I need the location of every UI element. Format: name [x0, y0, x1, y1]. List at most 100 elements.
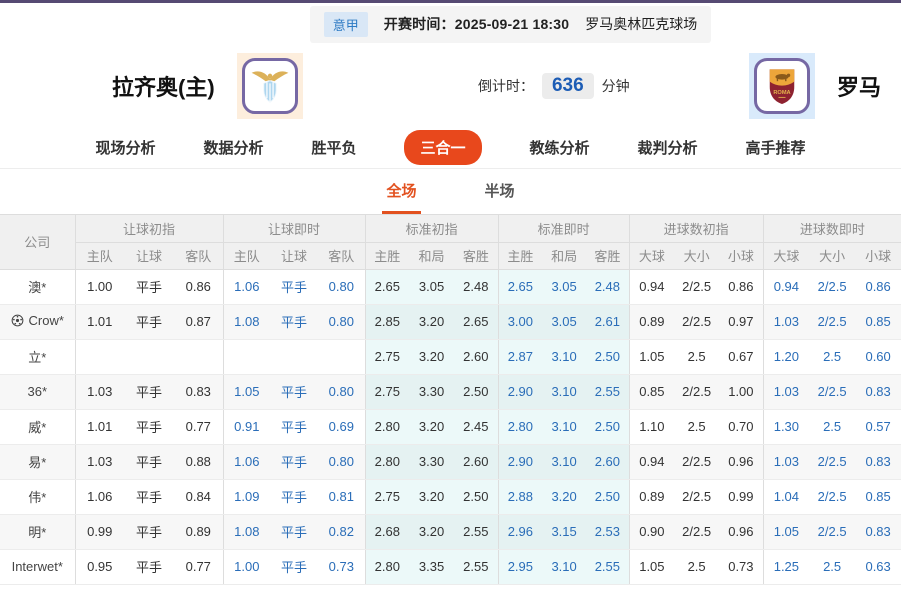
odds-cell: 1.09 [223, 479, 270, 514]
company-name: 威* [28, 417, 46, 436]
odds-cell: 0.86 [719, 269, 763, 304]
odds-group-header: 让球即时 [223, 215, 365, 242]
subtab-1[interactable]: 全场 [382, 180, 420, 214]
odds-cell: 1.05 [763, 514, 809, 549]
table-row[interactable]: 伟*1.06平手0.841.09平手0.812.753.202.502.883.… [0, 479, 901, 514]
odds-cell: 2.53 [586, 514, 629, 549]
company-cell: Interwet* [0, 549, 75, 584]
odds-cell: 2.90 [498, 374, 542, 409]
odds-cell: 3.10 [542, 409, 586, 444]
odds-cell: 0.77 [174, 549, 223, 584]
odds-cell: 2/2.5 [674, 269, 719, 304]
svg-text:ROMA: ROMA [773, 90, 790, 96]
odds-subheader: 大小 [809, 242, 855, 269]
odds-group-header: 进球数初指 [629, 215, 763, 242]
odds-subheader: 客胜 [586, 242, 629, 269]
odds-cell: 0.83 [855, 514, 901, 549]
nav-tab-5[interactable]: 教练分析 [530, 137, 590, 158]
odds-cell: 0.84 [174, 479, 223, 514]
odds-cell: 2.68 [365, 514, 409, 549]
odds-cell: 3.20 [409, 304, 454, 339]
nav-tab-6[interactable]: 裁判分析 [638, 137, 698, 158]
home-team: 拉齐奥(主) [112, 53, 303, 119]
odds-cell: 2/2.5 [809, 304, 855, 339]
odds-cell: 0.94 [629, 269, 674, 304]
company-label: 明* [28, 522, 46, 541]
odds-cell: 0.96 [719, 444, 763, 479]
odds-cell: 2.45 [454, 409, 498, 444]
odds-cell [124, 339, 174, 374]
odds-subheader: 和局 [409, 242, 454, 269]
odds-cell: 1.08 [223, 304, 270, 339]
odds-cell: 1.03 [763, 374, 809, 409]
odds-cell: 2.95 [498, 549, 542, 584]
odds-cell: 2.55 [586, 374, 629, 409]
odds-cell: 2.48 [586, 269, 629, 304]
table-row[interactable]: 易*1.03平手0.881.06平手0.802.803.302.602.903.… [0, 444, 901, 479]
odds-cell: 0.89 [174, 514, 223, 549]
odds-cell: 3.20 [409, 339, 454, 374]
odds-cell: 0.87 [174, 304, 223, 339]
odds-cell: 平手 [270, 549, 318, 584]
nav-tab-4[interactable]: 三合一 [404, 130, 481, 165]
odds-cell: 1.01 [75, 409, 124, 444]
table-row[interactable]: Interwet*0.95平手0.771.00平手0.732.803.352.5… [0, 549, 901, 584]
odds-cell: 3.20 [542, 479, 586, 514]
odds-cell: 2/2.5 [674, 374, 719, 409]
odds-cell: 2.50 [586, 409, 629, 444]
subtab-2[interactable]: 半场 [481, 180, 519, 214]
odds-cell: 0.82 [318, 514, 365, 549]
odds-cell: 1.00 [223, 549, 270, 584]
odds-cell: 1.06 [223, 444, 270, 479]
odds-group-header: 标准初指 [365, 215, 498, 242]
soccer-ball-icon [11, 314, 24, 327]
odds-cell: 0.86 [174, 269, 223, 304]
company-label: 伟* [28, 487, 46, 506]
nav-tab-7[interactable]: 高手推荐 [746, 137, 806, 158]
odds-subheader: 让球 [124, 242, 174, 269]
odds-cell: 1.20 [763, 339, 809, 374]
odds-cell: 0.99 [75, 514, 124, 549]
table-row[interactable]: 立*2.753.202.602.873.102.501.052.50.671.2… [0, 339, 901, 374]
odds-cell: 平手 [124, 444, 174, 479]
odds-cell: 0.91 [223, 409, 270, 444]
odds-cell: 1.00 [75, 269, 124, 304]
odds-cell: 2.80 [498, 409, 542, 444]
odds-cell: 0.67 [719, 339, 763, 374]
table-row[interactable]: 明*0.99平手0.891.08平手0.822.683.202.552.963.… [0, 514, 901, 549]
table-row[interactable]: 澳*1.00平手0.861.06平手0.802.653.052.482.653.… [0, 269, 901, 304]
odds-cell: 0.96 [719, 514, 763, 549]
odds-cell: 0.89 [629, 479, 674, 514]
odds-cell: 2.50 [454, 479, 498, 514]
odds-cell: 3.30 [409, 374, 454, 409]
nav-tab-2[interactable]: 数据分析 [203, 137, 263, 158]
company-cell: 明* [0, 514, 75, 549]
table-row[interactable]: 威*1.01平手0.770.91平手0.692.803.202.452.803.… [0, 409, 901, 444]
odds-cell: 平手 [124, 374, 174, 409]
odds-cell: 0.90 [629, 514, 674, 549]
company-cell: 威* [0, 409, 75, 444]
odds-cell: 0.80 [318, 304, 365, 339]
odds-cell [174, 339, 223, 374]
odds-subheader: 大小 [674, 242, 719, 269]
odds-cell: 1.06 [75, 479, 124, 514]
odds-cell: 2/2.5 [674, 514, 719, 549]
nav-tab-3[interactable]: 胜平负 [311, 137, 356, 158]
table-row[interactable]: 36*1.03平手0.831.05平手0.802.753.302.502.903… [0, 374, 901, 409]
odds-subheader: 主胜 [365, 242, 409, 269]
nav-tab-1[interactable]: 现场分析 [95, 137, 155, 158]
away-team-logo: ROMA [749, 53, 815, 119]
odds-cell: 2/2.5 [809, 444, 855, 479]
kickoff-value: 2025-09-21 18:30 [455, 16, 570, 32]
odds-cell: 2.50 [454, 374, 498, 409]
odds-cell [270, 339, 318, 374]
odds-cell: 2.60 [454, 339, 498, 374]
analysis-nav: 现场分析 数据分析 胜平负 三合一 教练分析 裁判分析 高手推荐 [0, 127, 901, 169]
countdown-unit: 分钟 [602, 76, 630, 96]
odds-cell: 1.01 [75, 304, 124, 339]
table-row[interactable]: Crow*1.01平手0.871.08平手0.802.853.202.653.0… [0, 304, 901, 339]
company-name: Crow* [29, 313, 64, 328]
odds-cell: 0.80 [318, 269, 365, 304]
odds-cell: 3.20 [409, 479, 454, 514]
kickoff-label: 开赛时间： [384, 16, 455, 32]
